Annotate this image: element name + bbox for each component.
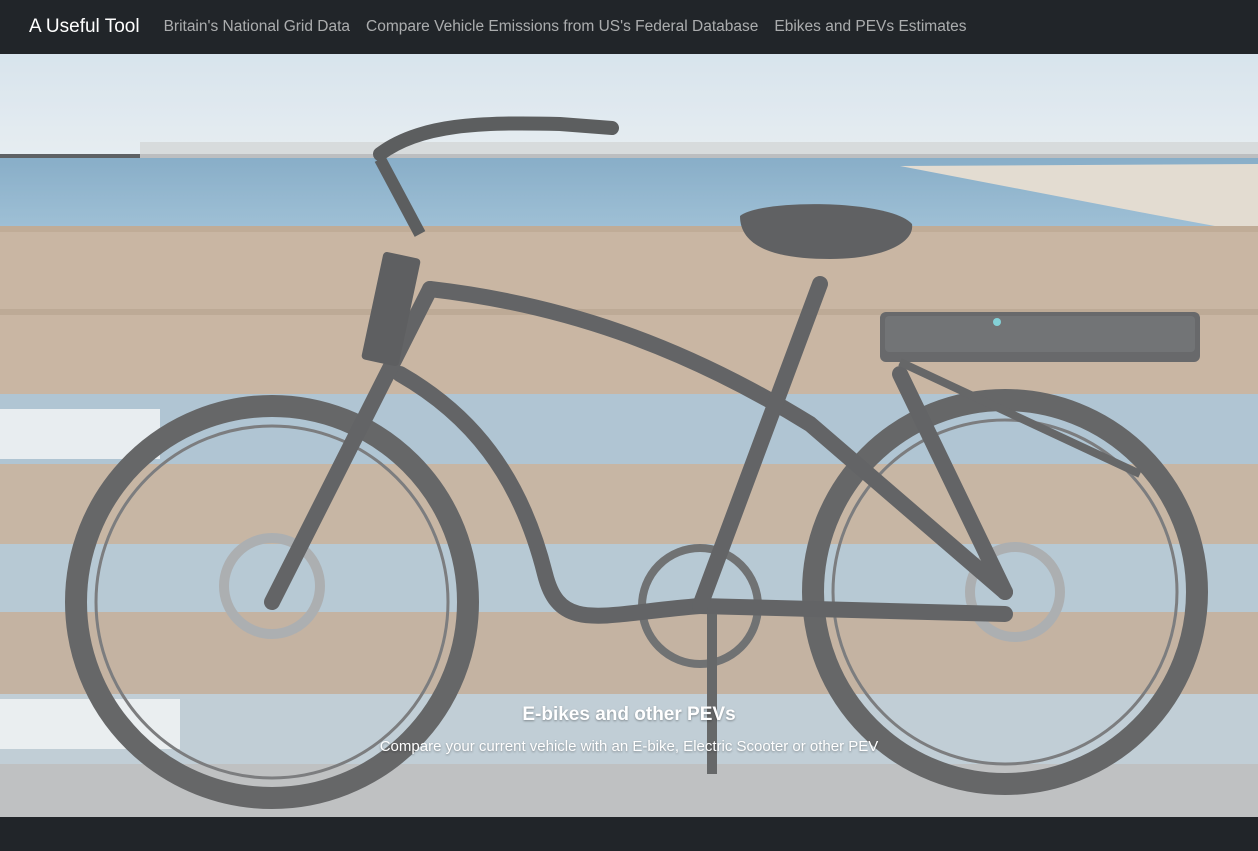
ebike-photo [0,54,1258,817]
hero-banner: E-bikes and other PEVs Compare your curr… [0,54,1258,817]
hero-caption: E-bikes and other PEVs Compare your curr… [0,704,1258,755]
hero-subtitle: Compare your current vehicle with an E-b… [379,738,879,755]
footer-bar [0,817,1258,851]
top-navbar: A Useful Tool Britain's National Grid Da… [0,0,1258,54]
hero-title: E-bikes and other PEVs [522,704,736,725]
nav-link-vehicle-emissions[interactable]: Compare Vehicle Emissions from US's Fede… [366,18,758,36]
brand-link[interactable]: A Useful Tool [29,16,140,38]
nav-link-national-grid[interactable]: Britain's National Grid Data [164,18,350,36]
nav-link-ebikes-pevs[interactable]: Ebikes and PEVs Estimates [774,18,966,36]
